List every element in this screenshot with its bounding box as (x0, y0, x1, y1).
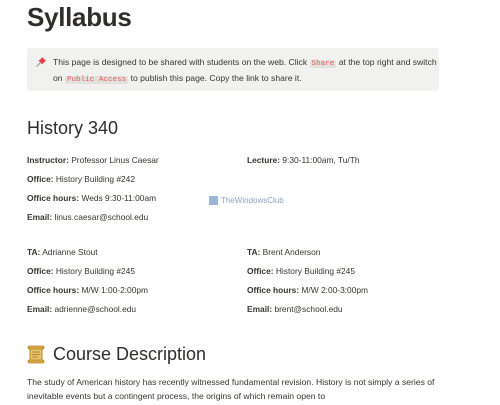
watermark: TheWindowsClub (209, 196, 284, 205)
ta-office-hours-line: Office hours: M/W 2:00-3:00pm (247, 285, 369, 295)
ta-office-line: Office: History Building #245 (27, 266, 135, 276)
ta-email-line: Email: brent@school.edu (247, 304, 343, 314)
course-heading: History 340 (27, 118, 119, 138)
course-description-heading: Course Description (27, 344, 206, 365)
office-line: Office: History Building #242 (27, 174, 135, 184)
public-access-code: Public Access (64, 75, 129, 84)
instructor-line: Instructor: Professor Linus Caesar (27, 155, 159, 165)
share-callout: This page is designed to be shared with … (27, 48, 439, 91)
pushpin-icon (36, 57, 46, 67)
course-description-title: Course Description (53, 344, 207, 364)
ta-office-hours-line: Office hours: M/W 1:00-2:00pm (27, 285, 149, 295)
lecture-line: Lecture: 9:30-11:00am, Tu/Th (247, 155, 360, 165)
email-line: Email: linus.caesar@school.edu (27, 212, 149, 222)
callout-text: This page is designed to be shared with … (53, 57, 437, 84)
page-title: Syllabus (27, 2, 132, 32)
windows-club-logo-icon (209, 196, 218, 205)
ta-line: TA: Brent Anderson (247, 247, 321, 257)
share-code: Share (309, 60, 337, 68)
scroll-icon (27, 345, 45, 364)
course-description-text: The study of American history has recent… (27, 377, 435, 401)
ta-email-line: Email: adrienne@school.edu (27, 304, 137, 314)
ta-line: TA: Adrianne Stout (27, 247, 98, 257)
office-hours-line: Office hours: Weds 9:30-11:00am (27, 193, 157, 203)
ta-office-line: Office: History Building #245 (247, 266, 355, 276)
